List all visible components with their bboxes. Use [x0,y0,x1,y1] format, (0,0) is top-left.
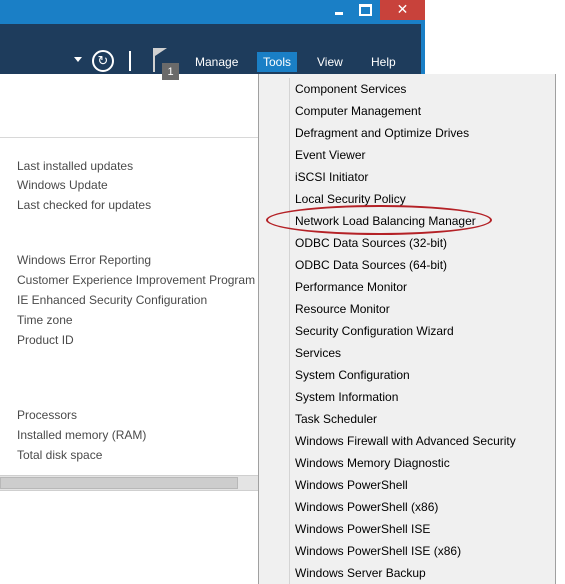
toolbar-separator [129,51,131,71]
notification-flag-cloth [155,48,167,64]
menu-help[interactable]: Help [365,52,402,72]
menu-item-system-configuration[interactable]: System Configuration [295,368,410,382]
property-label: Installed memory (RAM) [17,428,147,442]
close-icon: ✕ [396,2,409,18]
property-label: Windows Error Reporting [17,253,152,267]
menu-item-system-information[interactable]: System Information [295,390,398,404]
menu-item-component-services[interactable]: Component Services [295,82,406,96]
minimize-button[interactable] [325,0,352,20]
property-label: Product ID [17,333,74,347]
menu-item-defragment[interactable]: Defragment and Optimize Drives [295,126,469,140]
background-area [425,0,565,74]
menu-item-security-configuration-wizard[interactable]: Security Configuration Wizard [295,324,454,338]
property-label: Total disk space [17,448,103,462]
property-label: Customer Experience Improvement Program [17,273,256,287]
menu-item-windows-memory-diagnostic[interactable]: Windows Memory Diagnostic [295,456,450,470]
menu-item-iscsi-initiator[interactable]: iSCSI Initiator [295,170,368,184]
property-label: Time zone [17,313,73,327]
minimize-icon [334,11,343,15]
menu-item-performance-monitor[interactable]: Performance Monitor [295,280,407,294]
scrollbar-thumb[interactable] [0,477,238,489]
property-label: Windows Update [17,178,108,192]
menu-item-computer-management[interactable]: Computer Management [295,104,421,118]
tools-dropdown-menu: Component Services Computer Management D… [258,74,556,584]
menu-tools[interactable]: Tools [257,52,298,72]
property-label: IE Enhanced Security Configuration [17,293,208,307]
menu-item-windows-powershell-x86[interactable]: Windows PowerShell (x86) [295,500,438,514]
panel-divider [0,137,258,138]
window-frame-edge [421,24,425,74]
menu-item-windows-powershell[interactable]: Windows PowerShell [295,478,408,492]
menu-item-resource-monitor[interactable]: Resource Monitor [295,302,390,316]
menu-item-services[interactable]: Services [295,346,341,360]
menu-item-odbc-64[interactable]: ODBC Data Sources (64-bit) [295,258,447,272]
dropdown-arrow-icon[interactable] [74,57,82,62]
menu-item-windows-server-backup[interactable]: Windows Server Backup [295,566,426,580]
menu-view[interactable]: View [311,52,349,72]
highlight-annotation-ring [266,205,492,235]
notification-count-badge[interactable]: 1 [162,63,179,80]
menu-item-local-security-policy[interactable]: Local Security Policy [295,192,406,206]
horizontal-scrollbar[interactable] [0,475,258,491]
property-label: Processors [17,408,78,422]
menu-item-windows-firewall[interactable]: Windows Firewall with Advanced Security [295,434,516,448]
menu-item-windows-powershell-ise-x86[interactable]: Windows PowerShell ISE (x86) [295,544,461,558]
maximize-icon [359,4,372,16]
menu-icon-gutter [289,78,290,584]
menu-item-task-scheduler[interactable]: Task Scheduler [295,412,377,426]
menu-item-windows-powershell-ise[interactable]: Windows PowerShell ISE [295,522,430,536]
property-label: Last checked for updates [17,198,152,212]
menu-item-odbc-32[interactable]: ODBC Data Sources (32-bit) [295,236,447,250]
close-button[interactable]: ✕ [380,0,425,20]
property-label: Last installed updates [17,159,134,173]
refresh-icon[interactable]: ↻ [92,50,114,72]
menu-manage[interactable]: Manage [189,52,244,72]
menu-item-event-viewer[interactable]: Event Viewer [295,148,365,162]
maximize-button[interactable] [352,0,379,20]
